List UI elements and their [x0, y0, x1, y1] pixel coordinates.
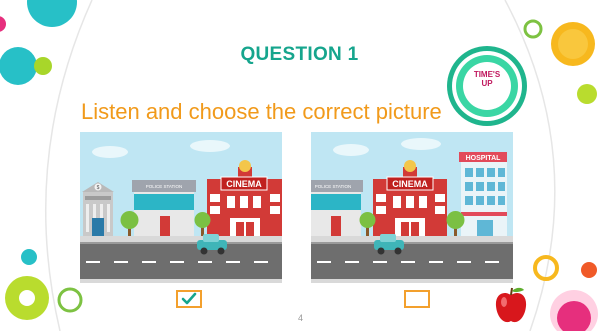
hospital-building: HOSPITAL	[459, 152, 507, 239]
bank-building: $	[82, 182, 114, 236]
answer-checkbox-a[interactable]	[176, 290, 202, 308]
instruction-text: Listen and choose the correct picture	[81, 99, 442, 124]
page-number: 4	[298, 313, 304, 323]
cinema-sign: CINEMA	[226, 179, 262, 189]
police-station-building: POLICE STATION	[132, 180, 196, 236]
checkmark-icon	[181, 292, 197, 305]
apple-icon	[495, 287, 527, 323]
police-sign: POLICE STATION	[146, 184, 183, 189]
picture-option-a[interactable]: $ POLICE STATION CINEMA	[80, 132, 282, 283]
timer-label-line2: UP	[481, 79, 493, 88]
hospital-sign: HOSPITAL	[466, 155, 502, 162]
bank-sign: $	[97, 185, 100, 191]
timer-label-line1: TIME'S	[473, 70, 501, 79]
timer-label: TIME'S UP	[445, 70, 529, 88]
police-station-building: POLICE STATION	[311, 180, 363, 236]
police-sign: POLICE STATION	[315, 184, 352, 189]
slide: QUESTION 1 TIME'S UP Listen and choose t…	[0, 0, 599, 331]
cinema-sign: CINEMA	[392, 179, 428, 189]
picture-option-b[interactable]: POLICE STATION CINEMA HOSPITAL	[311, 132, 513, 283]
answer-checkbox-b[interactable]	[404, 290, 430, 308]
